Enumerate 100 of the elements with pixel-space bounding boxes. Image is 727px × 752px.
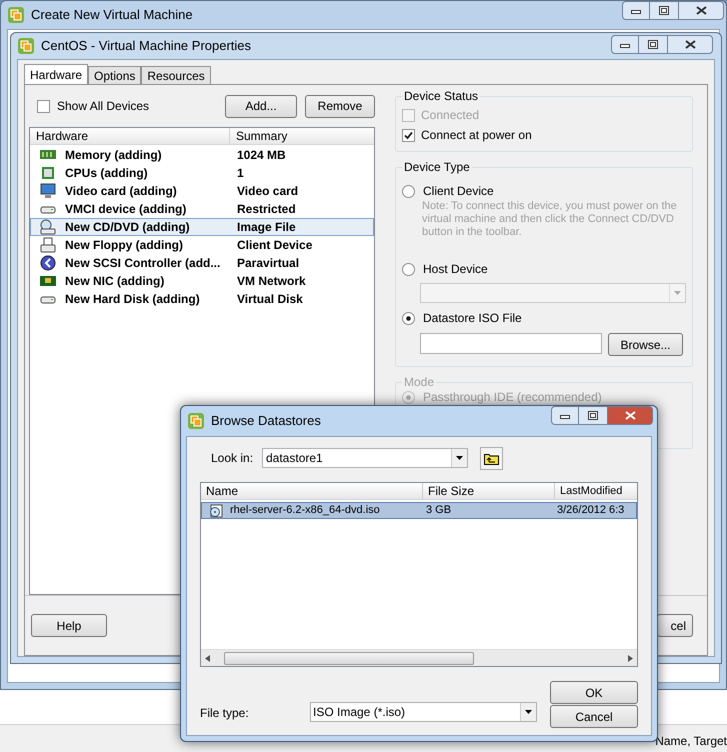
radio-button[interactable] xyxy=(402,262,415,276)
up-folder-icon xyxy=(484,452,499,464)
checkbox-label: Show All Devices xyxy=(57,98,150,115)
close-icon xyxy=(696,6,706,15)
disc-file-icon xyxy=(209,504,223,518)
window-title: CentOS - Virtual Machine Properties xyxy=(41,37,252,56)
table-row[interactable]: VMCI device (adding) Restricted xyxy=(30,200,374,218)
checkbox[interactable] xyxy=(37,100,50,112)
table-cell-text: New SCSI Controller (add... xyxy=(65,255,222,272)
browse-button[interactable]: Browse... xyxy=(608,333,683,356)
table-cell-text: Client Device xyxy=(237,237,312,254)
maximize-button[interactable] xyxy=(579,406,607,425)
table-cell-text: Paravirtual xyxy=(237,255,300,272)
app-logo-icon xyxy=(17,37,35,55)
group-title: Mode xyxy=(403,374,436,391)
radio-label: Passthrough IDE (recommended) xyxy=(423,389,602,406)
checkbox-label: Connect at power on xyxy=(421,127,532,144)
minimize-icon xyxy=(560,412,570,418)
table-cell-text: Virtual Disk xyxy=(237,291,303,308)
file-row[interactable]: rhel-server-6.2-x86_64-dvd.iso 3 GB 3/26/2012 6:3 xyxy=(201,502,637,519)
horizontal-scrollbar[interactable] xyxy=(201,649,637,666)
remove-button[interactable]: Remove xyxy=(305,94,375,118)
tab[interactable]: Options xyxy=(88,66,142,84)
dropdown-arrow-icon xyxy=(525,710,532,714)
column-header[interactable]: LastModified xyxy=(555,483,631,499)
table-cell-text: VM Network xyxy=(237,273,306,290)
minimize-icon xyxy=(620,42,630,48)
radio-button[interactable] xyxy=(402,390,415,404)
table-row[interactable]: New NIC (adding) VM Network xyxy=(30,272,374,290)
minimize-button[interactable] xyxy=(611,35,639,54)
scroll-right-icon xyxy=(628,654,633,662)
app-logo-icon xyxy=(187,412,205,430)
close-button[interactable] xyxy=(607,406,653,425)
note-text: Note: To connect this device, you must power on the virtual machine and then click the Connect CD/DVD button in the toolbar. xyxy=(422,200,678,240)
maximize-icon xyxy=(588,411,598,420)
chip-icon xyxy=(40,165,56,181)
close-button[interactable] xyxy=(667,35,713,54)
group-title: Device Status xyxy=(403,88,480,105)
tab[interactable]: Resources xyxy=(141,66,211,84)
controller-icon xyxy=(40,255,56,271)
table-cell-text: Memory (adding) xyxy=(65,147,163,164)
look-in-dropdown[interactable]: datastore1 xyxy=(262,448,468,468)
table-cell-text: New Floppy (adding) xyxy=(65,237,184,254)
column-header[interactable]: Hardware xyxy=(30,128,230,144)
dropdown-arrow-icon xyxy=(674,291,681,295)
column-header[interactable]: File Size xyxy=(423,483,555,499)
table-cell-text: 3 GB xyxy=(425,503,452,518)
table-row[interactable]: Memory (adding) 1024 MB xyxy=(30,146,374,164)
table-row[interactable]: New Hard Disk (adding) Virtual Disk xyxy=(30,290,374,308)
table-cell-text: Video card (adding) xyxy=(65,183,178,200)
status-text: Name, Target xyxy=(655,733,727,750)
cancel-button[interactable]: cel xyxy=(657,614,693,637)
table-cell-text: VMCI device (adding) xyxy=(65,201,188,218)
iso-path-field[interactable] xyxy=(420,333,602,354)
maximize-button[interactable] xyxy=(650,1,678,20)
table-row[interactable]: CPUs (adding) 1 xyxy=(30,164,374,182)
table-cell-text: New NIC (adding) xyxy=(65,273,166,290)
help-button[interactable]: Help xyxy=(31,614,107,637)
add-button[interactable]: Add... xyxy=(225,94,297,118)
table-cell-text: rhel-server-6.2-x86_64-dvd.iso xyxy=(230,503,381,518)
cancel-button[interactable]: Cancel xyxy=(550,705,638,728)
file-type-dropdown[interactable]: ISO Image (*.iso) xyxy=(310,702,537,722)
maximize-button[interactable] xyxy=(639,35,667,54)
column-header[interactable]: Name xyxy=(201,483,423,499)
radio-label: Datastore ISO File xyxy=(423,310,522,327)
radio-button[interactable] xyxy=(402,184,415,198)
ok-button[interactable]: OK xyxy=(550,681,638,704)
table-cell-text: CPUs (adding) xyxy=(65,165,149,182)
radio-label: Host Device xyxy=(423,261,488,278)
network-card-icon xyxy=(40,273,56,289)
table-row[interactable]: New SCSI Controller (add... Paravirtual xyxy=(30,254,374,272)
close-button[interactable] xyxy=(678,1,724,20)
tab[interactable]: Hardware xyxy=(24,64,88,84)
table-cell: 3/26/2012 6:3 xyxy=(556,503,624,518)
app-logo-icon xyxy=(7,6,25,24)
minimize-button[interactable] xyxy=(551,406,579,425)
table-row[interactable]: New Floppy (adding) Client Device xyxy=(30,236,374,254)
table-cell-text: New Hard Disk (adding) xyxy=(65,291,201,308)
close-icon xyxy=(684,40,696,49)
table-cell-text: New CD/DVD (adding) xyxy=(65,219,191,236)
checkbox[interactable] xyxy=(402,128,415,142)
table-cell-text: 1 xyxy=(237,165,244,182)
close-icon xyxy=(624,411,636,420)
maximize-icon xyxy=(648,40,658,49)
table-cell-text: 1024 MB xyxy=(237,147,286,164)
radio-button[interactable] xyxy=(402,312,415,324)
up-folder-button[interactable] xyxy=(480,446,503,470)
minimize-button[interactable] xyxy=(622,1,650,20)
group-title: Device Type xyxy=(403,159,471,176)
dropdown-arrow-icon xyxy=(456,456,463,460)
table-row[interactable]: Video card (adding) Video card xyxy=(30,182,374,200)
column-header[interactable]: Summary xyxy=(230,128,374,144)
look-in-label: Look in: xyxy=(211,450,254,467)
monitor-icon xyxy=(40,183,56,199)
table-row[interactable]: New CD/DVD (adding) Image File xyxy=(30,218,374,236)
checkbox-label: Connected xyxy=(421,107,480,124)
table-cell-text: Video card xyxy=(237,183,298,200)
floppy-drive-icon xyxy=(40,237,56,253)
cd-drive-icon xyxy=(40,219,56,235)
table-cell-text: Restricted xyxy=(237,201,296,218)
